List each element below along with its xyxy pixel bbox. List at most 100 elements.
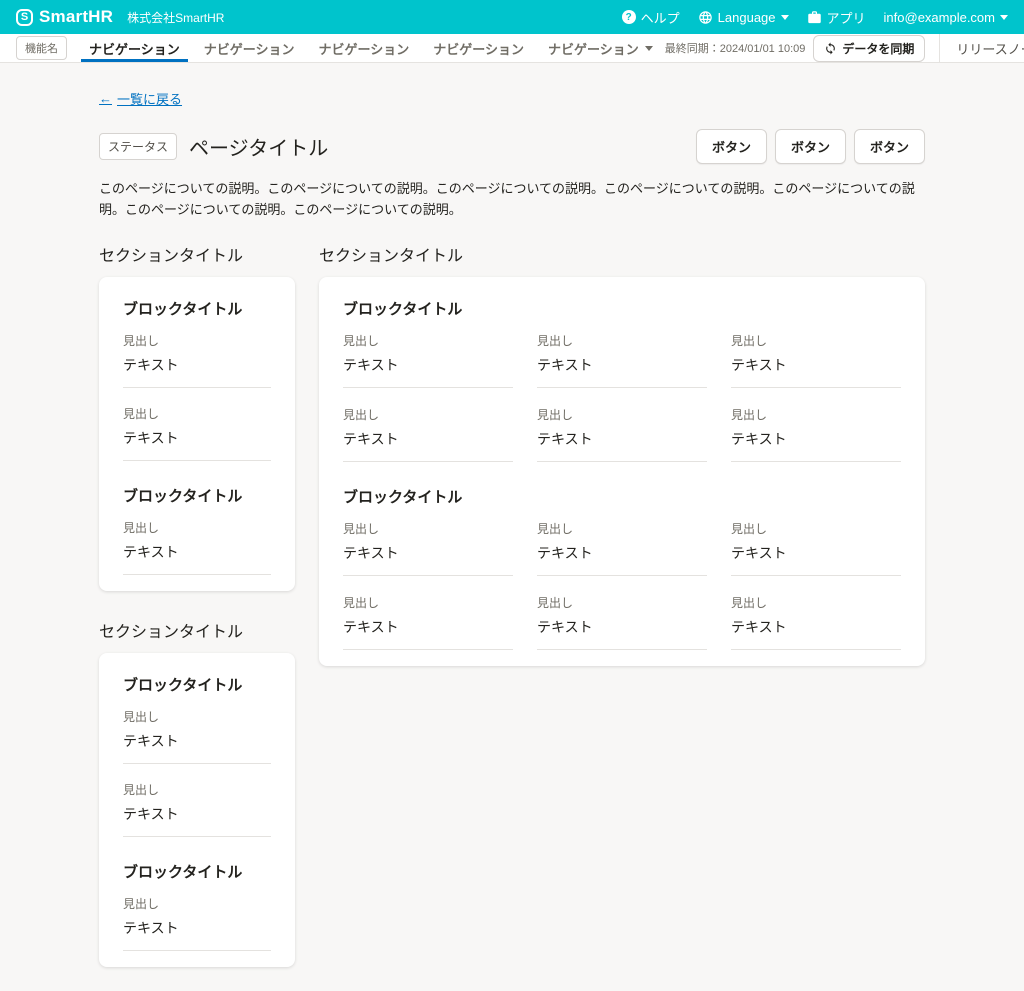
field-heading: 見出し <box>537 332 707 349</box>
field-text: テキスト <box>343 543 513 563</box>
block-title: ブロックタイトル <box>123 861 271 882</box>
language-dropdown[interactable]: Language <box>698 10 789 25</box>
field-text: テキスト <box>123 355 271 375</box>
help-icon: ? <box>622 10 636 24</box>
field-list: 見出しテキスト見出しテキスト <box>123 708 271 837</box>
field-pair: 見出しテキスト <box>123 895 271 951</box>
field-heading: 見出し <box>123 895 271 912</box>
field-pair: 見出しテキスト <box>123 405 271 461</box>
field-pair: 見出しテキスト <box>343 594 513 650</box>
block: ブロックタイトル見出しテキスト見出しテキスト <box>123 674 271 837</box>
smarthr-logo[interactable]: S SmartHR <box>16 7 113 27</box>
field-pair: 見出しテキスト <box>123 519 271 575</box>
smarthr-logo-text: SmartHR <box>39 7 113 27</box>
field-text: テキスト <box>343 355 513 375</box>
field-text: テキスト <box>731 617 901 637</box>
block: ブロックタイトル見出しテキスト見出しテキスト見出しテキスト見出しテキスト見出しテ… <box>343 298 901 462</box>
field-text: テキスト <box>343 617 513 637</box>
field-heading: 見出し <box>343 520 513 537</box>
card: ブロックタイトル見出しテキスト見出しテキストブロックタイトル見出しテキスト <box>99 653 295 967</box>
status-badge: ステータス <box>99 133 177 160</box>
section-title: セクションタイトル <box>99 618 295 642</box>
field-text: テキスト <box>343 429 513 449</box>
action-button-3[interactable]: ボタン <box>854 129 925 164</box>
field-text: テキスト <box>537 355 707 375</box>
page-description: このページについての説明。このページについての説明。このページについての説明。こ… <box>99 179 925 221</box>
sync-icon <box>824 42 837 55</box>
chevron-down-icon <box>1000 15 1008 20</box>
nav-tab-label: ナビゲーション <box>319 39 410 58</box>
field-pair: 見出しテキスト <box>537 332 707 388</box>
account-dropdown[interactable]: info@example.com <box>884 10 1008 25</box>
nav-tab-label: ナビゲーション <box>204 39 295 58</box>
nav-tab-1[interactable]: ナビゲーション <box>81 34 188 62</box>
nav-tab-2[interactable]: ナビゲーション <box>196 34 303 62</box>
language-label: Language <box>718 10 776 25</box>
apps-link[interactable]: アプリ <box>807 8 866 27</box>
left-column: セクションタイトルブロックタイトル見出しテキスト見出しテキストブロックタイトル見… <box>99 242 295 967</box>
card: ブロックタイトル見出しテキスト見出しテキスト見出しテキスト見出しテキスト見出しテ… <box>319 277 925 666</box>
sync-data-button-label: データを同期 <box>842 40 914 57</box>
card: ブロックタイトル見出しテキスト見出しテキストブロックタイトル見出しテキスト <box>99 277 295 591</box>
field-text: テキスト <box>123 428 271 448</box>
back-to-list-link[interactable]: ← 一覧に戻る <box>99 89 182 108</box>
navigation-tabs: ナビゲーション ナビゲーション ナビゲーション ナビゲーション ナビゲーション <box>77 34 665 62</box>
field-pair: 見出しテキスト <box>123 708 271 764</box>
field-pair: 見出しテキスト <box>123 332 271 388</box>
block-title: ブロックタイトル <box>123 485 271 506</box>
section: セクションタイトルブロックタイトル見出しテキスト見出しテキストブロックタイトル見… <box>99 618 295 967</box>
field-text: テキスト <box>123 731 271 751</box>
nav-tab-label: ナビゲーション <box>89 39 180 58</box>
nav-tab-3[interactable]: ナビゲーション <box>311 34 418 62</box>
field-pair: 見出しテキスト <box>537 520 707 576</box>
briefcase-icon <box>807 10 822 25</box>
help-link[interactable]: ? ヘルプ <box>622 8 680 27</box>
block: ブロックタイトル見出しテキスト <box>123 861 271 951</box>
field-pair: 見出しテキスト <box>343 406 513 462</box>
help-label: ヘルプ <box>641 8 680 27</box>
main-content: ← 一覧に戻る ステータス ページタイトル ボタン ボタン ボタン このページに… <box>99 63 925 991</box>
field-pair: 見出しテキスト <box>343 520 513 576</box>
right-column: セクションタイトルブロックタイトル見出しテキスト見出しテキスト見出しテキスト見出… <box>319 242 925 666</box>
app-header: S SmartHR 株式会社SmartHR ? ヘルプ Language アプリ… <box>0 0 1024 34</box>
field-list: 見出しテキスト <box>123 895 271 951</box>
field-list: 見出しテキスト見出しテキスト <box>123 332 271 461</box>
page-header: ステータス ページタイトル ボタン ボタン ボタン <box>99 129 925 164</box>
section-title: セクションタイトル <box>99 242 295 266</box>
release-notes-dropdown[interactable]: リリースノート <box>940 39 1024 58</box>
header-actions: ? ヘルプ Language アプリ info@example.com <box>622 8 1008 27</box>
field-text: テキスト <box>123 918 271 938</box>
nav-tab-4[interactable]: ナビゲーション <box>425 34 532 62</box>
field-heading: 見出し <box>537 594 707 611</box>
nav-tab-5-dropdown[interactable]: ナビゲーション <box>540 34 661 62</box>
field-heading: 見出し <box>343 406 513 423</box>
smarthr-logo-mark-icon: S <box>16 9 33 26</box>
page-title: ページタイトル <box>189 132 328 161</box>
field-text: テキスト <box>537 617 707 637</box>
globe-icon <box>698 10 713 25</box>
section: セクションタイトルブロックタイトル見出しテキスト見出しテキスト見出しテキスト見出… <box>319 242 925 666</box>
field-heading: 見出し <box>537 520 707 537</box>
field-text: テキスト <box>537 543 707 563</box>
field-pair: 見出しテキスト <box>343 332 513 388</box>
block: ブロックタイトル見出しテキスト見出しテキスト <box>123 298 271 461</box>
block: ブロックタイトル見出しテキスト見出しテキスト見出しテキスト見出しテキスト見出しテ… <box>343 486 901 650</box>
chevron-down-icon <box>645 46 653 51</box>
field-heading: 見出し <box>343 332 513 349</box>
block-title: ブロックタイトル <box>123 674 271 695</box>
field-pair: 見出しテキスト <box>731 520 901 576</box>
field-text: テキスト <box>731 429 901 449</box>
field-heading: 見出し <box>731 594 901 611</box>
field-heading: 見出し <box>123 708 271 725</box>
field-list: 見出しテキスト見出しテキスト見出しテキスト見出しテキスト見出しテキスト見出しテキ… <box>343 520 901 650</box>
action-button-2[interactable]: ボタン <box>775 129 846 164</box>
section-title: セクションタイトル <box>319 242 925 266</box>
field-heading: 見出し <box>343 594 513 611</box>
last-sync-text: 最終同期：2024/01/01 10:09 <box>665 40 806 56</box>
back-arrow-icon: ← <box>99 91 112 106</box>
sync-data-button[interactable]: データを同期 <box>813 35 925 62</box>
navigation-right: 最終同期：2024/01/01 10:09 データを同期 リリースノート <box>665 34 1024 62</box>
app-navigation-bar: 機能名 ナビゲーション ナビゲーション ナビゲーション ナビゲーション ナビゲー… <box>0 34 1024 63</box>
action-button-1[interactable]: ボタン <box>696 129 767 164</box>
field-heading: 見出し <box>123 405 271 422</box>
